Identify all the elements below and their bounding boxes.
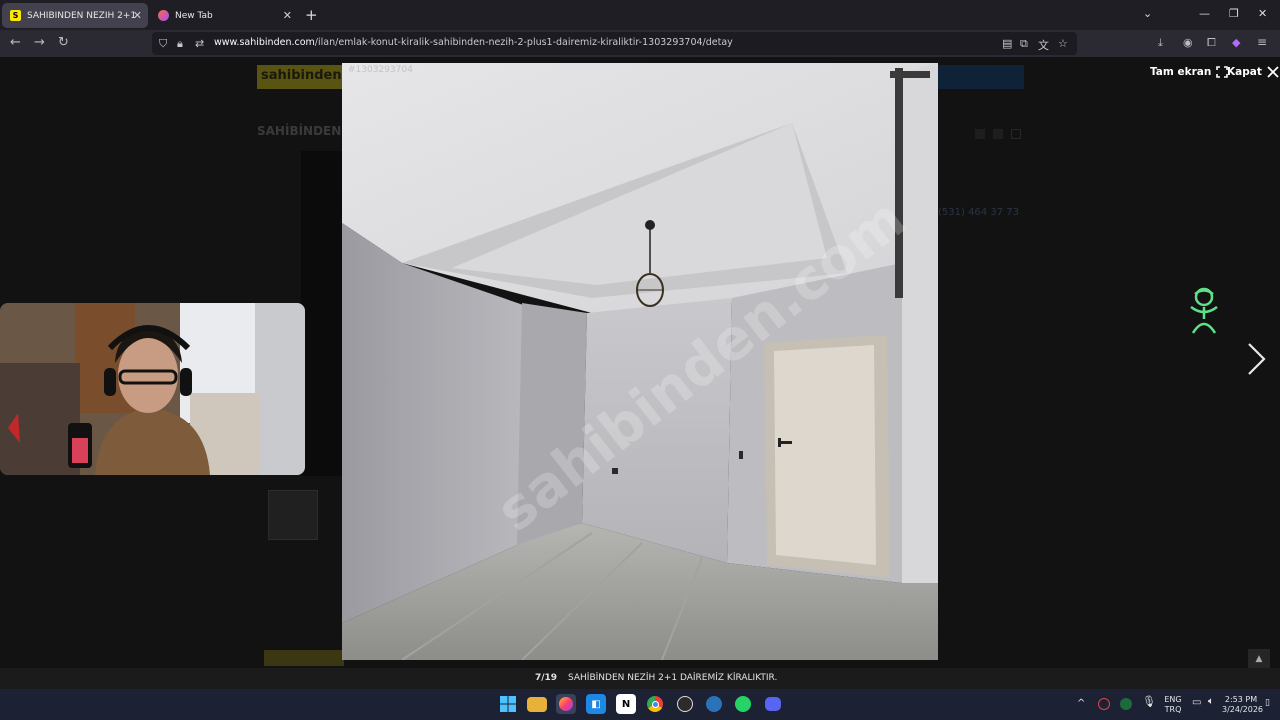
downloads-icon[interactable]: ⤓ [1158, 36, 1163, 50]
tab-title: New Tab [175, 10, 213, 21]
extensions-icon[interactable]: ⧠ [1207, 36, 1216, 50]
back-button[interactable]: ← [10, 35, 21, 50]
browser-tab-bar: S SAHİBİNDEN NEZİH 2+1 DAİRE ✕ New Tab ✕… [0, 0, 1280, 30]
notion-icon[interactable]: N [616, 694, 636, 714]
list-all-tabs-icon[interactable]: ⌄ [1143, 7, 1152, 20]
close-window-button[interactable]: ✕ [1258, 7, 1267, 20]
network-icon[interactable]: ▭ [1192, 698, 1201, 708]
chrome-icon[interactable] [645, 694, 665, 714]
language-top: ENG [1164, 695, 1182, 704]
gallery-photo[interactable]: #1303293704 sahibinden.com [342, 63, 938, 660]
share-mail-icon [1011, 129, 1021, 139]
tray-app-icon[interactable] [1098, 698, 1110, 710]
next-photo-button[interactable] [1244, 342, 1268, 380]
extension-purple-icon[interactable]: ◆ [1232, 36, 1240, 49]
background-panel [301, 151, 342, 476]
site-logo: sahibinden.com [257, 65, 377, 89]
app-blue-icon[interactable]: ◧ [586, 694, 606, 714]
chevron-right-icon [1248, 343, 1266, 375]
close-icon [1267, 66, 1279, 78]
reload-button[interactable]: ↻ [58, 35, 69, 50]
permissions-icon[interactable]: ⇄ [195, 37, 204, 50]
bookmark-star-icon[interactable]: ☆ [1058, 37, 1068, 50]
discord-icon[interactable] [763, 694, 783, 714]
obs-icon[interactable] [675, 694, 695, 714]
webcam-video [0, 303, 305, 475]
listing-id: #1303293704 [348, 65, 413, 75]
gallery-caption-bar: 7/19 SAHİBİNDEN NEZİH 2+1 DAİREMİZ KİRAL… [0, 668, 1280, 689]
notifications-icon[interactable]: ▯ [1265, 698, 1270, 708]
whatsapp-icon[interactable] [733, 694, 753, 714]
background-tab [264, 650, 344, 666]
translate-icon[interactable]: 文 [1038, 37, 1049, 53]
share-x-icon [993, 129, 1003, 139]
address-bar[interactable]: ⛉ 🔒︎ ⇄ www.sahibinden.com/ilan/emlak-kon… [152, 32, 1077, 55]
share-facebook-icon [975, 129, 985, 139]
tracking-protection-icon[interactable]: ⛉ [159, 37, 167, 51]
listing-heading: SAHİBİNDEN N [257, 124, 356, 138]
close-label: Kapat [1227, 66, 1262, 78]
tab-new-tab[interactable]: New Tab ✕ [150, 3, 298, 28]
account-icon[interactable]: ◉ [1183, 36, 1193, 49]
language-bottom: TRQ [1164, 705, 1182, 714]
tab-sahibinden[interactable]: S SAHİBİNDEN NEZİH 2+1 DAİRE ✕ [2, 3, 148, 28]
background-thumbnail [268, 490, 318, 540]
show-hidden-icons-icon[interactable]: ^ [1077, 699, 1085, 709]
photo-caption: SAHİBİNDEN NEZİH 2+1 DAİREMİZ KİRALIKTIR… [568, 673, 778, 683]
fullscreen-button[interactable]: Tam ekran [1150, 66, 1229, 78]
clock-date: 3/24/2026 [1222, 705, 1264, 714]
browser-nav-bar: ← → ↻ ⛉ 🔒︎ ⇄ www.sahibinden.com/ilan/eml… [0, 30, 1280, 57]
forward-button[interactable]: → [34, 35, 45, 50]
clock-time: 2:53 PM [1224, 695, 1258, 704]
fullscreen-label: Tam ekran [1150, 66, 1212, 78]
close-gallery-button[interactable]: Kapat [1227, 66, 1279, 78]
restore-button[interactable]: ❐ [1229, 7, 1239, 20]
windows-taskbar: ◧ N ^ 🎙︎ ENG TRQ ▭ 🔈︎ 2:53 PM 3/24/2026 … [0, 689, 1280, 720]
webcam-overlay [0, 303, 305, 475]
firefox-taskbar-icon[interactable] [556, 694, 576, 714]
phone-number: (531) 464 37 73 [938, 207, 1019, 218]
scroll-to-top-button[interactable]: ▲ [1248, 649, 1270, 669]
close-tab-icon[interactable]: ✕ [133, 9, 142, 22]
start-windows-icon[interactable] [498, 694, 518, 714]
sahibinden-favicon-icon: S [10, 10, 21, 21]
tab-title: SAHİBİNDEN NEZİH 2+1 DAİRE [27, 10, 137, 21]
close-tab-icon[interactable]: ✕ [283, 9, 292, 22]
mascot-icon[interactable] [1185, 285, 1223, 341]
room-photo-image [342, 63, 938, 660]
lock-icon[interactable]: 🔒︎ [177, 37, 183, 51]
clock[interactable]: 2:53 PM 3/24/2026 [1222, 695, 1264, 715]
firefox-favicon-icon [158, 10, 169, 21]
app-steam-icon[interactable] [704, 694, 724, 714]
menu-icon[interactable]: ≡ [1257, 35, 1267, 49]
language-indicator[interactable]: ENG TRQ [1160, 695, 1186, 715]
minimize-button[interactable]: — [1199, 7, 1210, 20]
volume-icon[interactable]: 🔈︎ [1208, 697, 1214, 707]
url-text: www.sahibinden.com/ilan/emlak-konut-kira… [214, 37, 733, 48]
file-explorer-icon[interactable] [527, 697, 547, 712]
microphone-icon[interactable]: 🎙︎ [1142, 696, 1156, 707]
photo-counter: 7/19 [535, 673, 558, 683]
new-tab-button[interactable]: + [305, 6, 318, 24]
background-button [938, 65, 1024, 89]
screenshot-icon[interactable]: ⧉ [1020, 37, 1028, 51]
tray-green-icon[interactable] [1120, 698, 1132, 710]
reader-view-icon[interactable]: ▤ [1002, 37, 1012, 50]
